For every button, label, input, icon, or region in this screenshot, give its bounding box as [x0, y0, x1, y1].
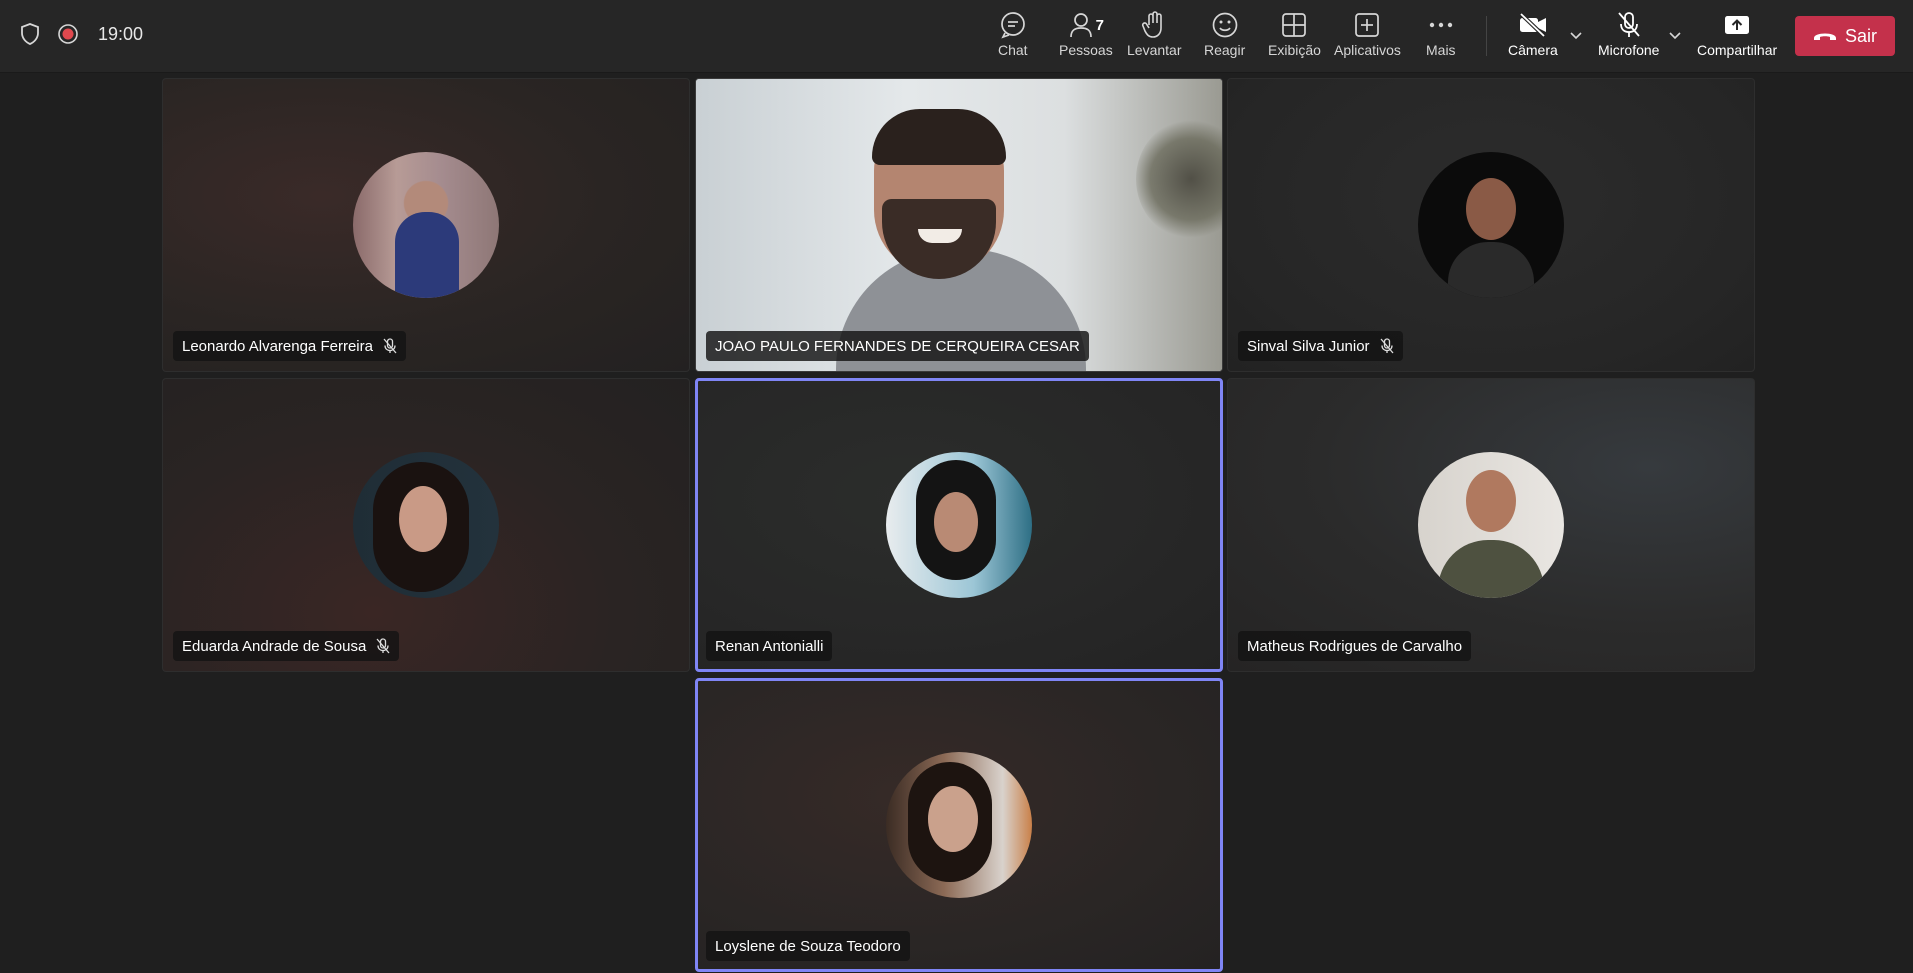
participant-name-tag: Loyslene de Souza Teodoro — [706, 931, 910, 961]
muted-mic-icon — [376, 638, 390, 654]
chat-button[interactable]: Chat — [998, 10, 1028, 64]
participant-name-tag: Eduarda Andrade de Sousa — [173, 631, 400, 661]
meeting-status: 19:00 — [18, 22, 143, 46]
participant-tile[interactable]: Matheus Rodrigues de Carvalho — [1227, 378, 1755, 672]
react-label: Reagir — [1204, 42, 1246, 58]
microphone-label: Microfone — [1598, 42, 1660, 58]
participant-tile[interactable]: Leonardo Alvarenga Ferreira — [162, 78, 690, 372]
participant-name-tag: JOAO PAULO FERNANDES DE CERQUEIRA CESAR — [706, 331, 1089, 361]
camera-off-icon — [1518, 10, 1548, 40]
people-button[interactable]: 7 Pessoas — [1059, 10, 1113, 64]
meeting-timer: 19:00 — [98, 23, 144, 44]
chat-label: Chat — [998, 42, 1028, 58]
avatar — [353, 452, 499, 598]
recording-icon[interactable] — [56, 22, 80, 46]
share-screen-icon — [1723, 10, 1751, 40]
participant-name: Matheus Rodrigues de Carvalho — [1247, 637, 1463, 655]
participant-tile[interactable]: JOAO PAULO FERNANDES DE CERQUEIRA CESAR — [695, 78, 1223, 372]
participant-name-tag: Matheus Rodrigues de Carvalho — [1238, 631, 1472, 661]
share-label: Compartilhar — [1697, 42, 1778, 58]
avatar — [886, 752, 1032, 898]
leave-label: Sair — [1844, 25, 1877, 46]
participant-tile[interactable]: Sinval Silva Junior — [1227, 78, 1755, 372]
avatar — [353, 152, 499, 298]
apps-button[interactable]: Aplicativos — [1334, 10, 1401, 64]
leave-button[interactable]: Sair — [1795, 16, 1895, 56]
raise-hand-button[interactable]: Levantar — [1127, 10, 1181, 64]
camera-button[interactable]: Câmera — [1508, 10, 1558, 64]
toolbar-divider — [1486, 16, 1487, 56]
more-label: Mais — [1426, 42, 1456, 58]
participant-tile-speaking[interactable]: Renan Antonialli — [695, 378, 1223, 672]
participant-name: Eduarda Andrade de Sousa — [182, 637, 367, 655]
share-button[interactable]: Compartilhar — [1697, 10, 1777, 64]
more-button[interactable]: Mais — [1426, 10, 1456, 64]
shield-icon[interactable] — [18, 22, 42, 46]
camera-options-chevron-icon[interactable] — [1568, 28, 1584, 44]
people-label: Pessoas — [1059, 42, 1113, 58]
hang-up-icon — [1813, 33, 1836, 40]
participant-name-tag: Sinval Silva Junior — [1238, 331, 1403, 361]
participant-name: Loyslene de Souza Teodoro — [715, 937, 901, 955]
participant-video — [696, 79, 1222, 371]
grid-view-icon — [1281, 10, 1307, 40]
apps-label: Aplicativos — [1334, 42, 1401, 58]
hand-icon — [1141, 10, 1167, 40]
more-dots-icon — [1428, 10, 1454, 40]
avatar — [1418, 452, 1564, 598]
participant-name: Leonardo Alvarenga Ferreira — [182, 337, 373, 355]
participant-name-tag: Renan Antonialli — [706, 631, 833, 661]
people-icon: 7 — [1068, 10, 1104, 40]
microphone-button[interactable]: Microfone — [1598, 10, 1659, 64]
participant-name: Sinval Silva Junior — [1247, 337, 1370, 355]
people-count: 7 — [1095, 16, 1105, 34]
muted-mic-icon — [1380, 338, 1394, 354]
camera-label: Câmera — [1508, 42, 1558, 58]
participant-tile-speaking[interactable]: Loyslene de Souza Teodoro — [695, 678, 1223, 972]
meeting-toolbar: 19:00 Chat 7 Pessoas Levantar Reagir Exi… — [0, 0, 1913, 73]
smiley-icon — [1211, 10, 1239, 40]
react-button[interactable]: Reagir — [1204, 10, 1245, 64]
participant-name: JOAO PAULO FERNANDES DE CERQUEIRA CESAR — [715, 337, 1080, 355]
participant-name: Renan Antonialli — [715, 637, 824, 655]
mic-options-chevron-icon[interactable] — [1667, 28, 1683, 44]
view-label: Exibição — [1268, 42, 1321, 58]
avatar — [1418, 152, 1564, 298]
participant-name-tag: Leonardo Alvarenga Ferreira — [173, 331, 406, 361]
raise-hand-label: Levantar — [1127, 42, 1182, 58]
add-app-icon — [1354, 10, 1380, 40]
chat-icon — [999, 10, 1027, 40]
muted-mic-icon — [383, 338, 397, 354]
view-button[interactable]: Exibição — [1268, 10, 1321, 64]
avatar — [886, 452, 1032, 598]
mic-off-icon — [1616, 10, 1642, 40]
participant-tile[interactable]: Eduarda Andrade de Sousa — [162, 378, 690, 672]
